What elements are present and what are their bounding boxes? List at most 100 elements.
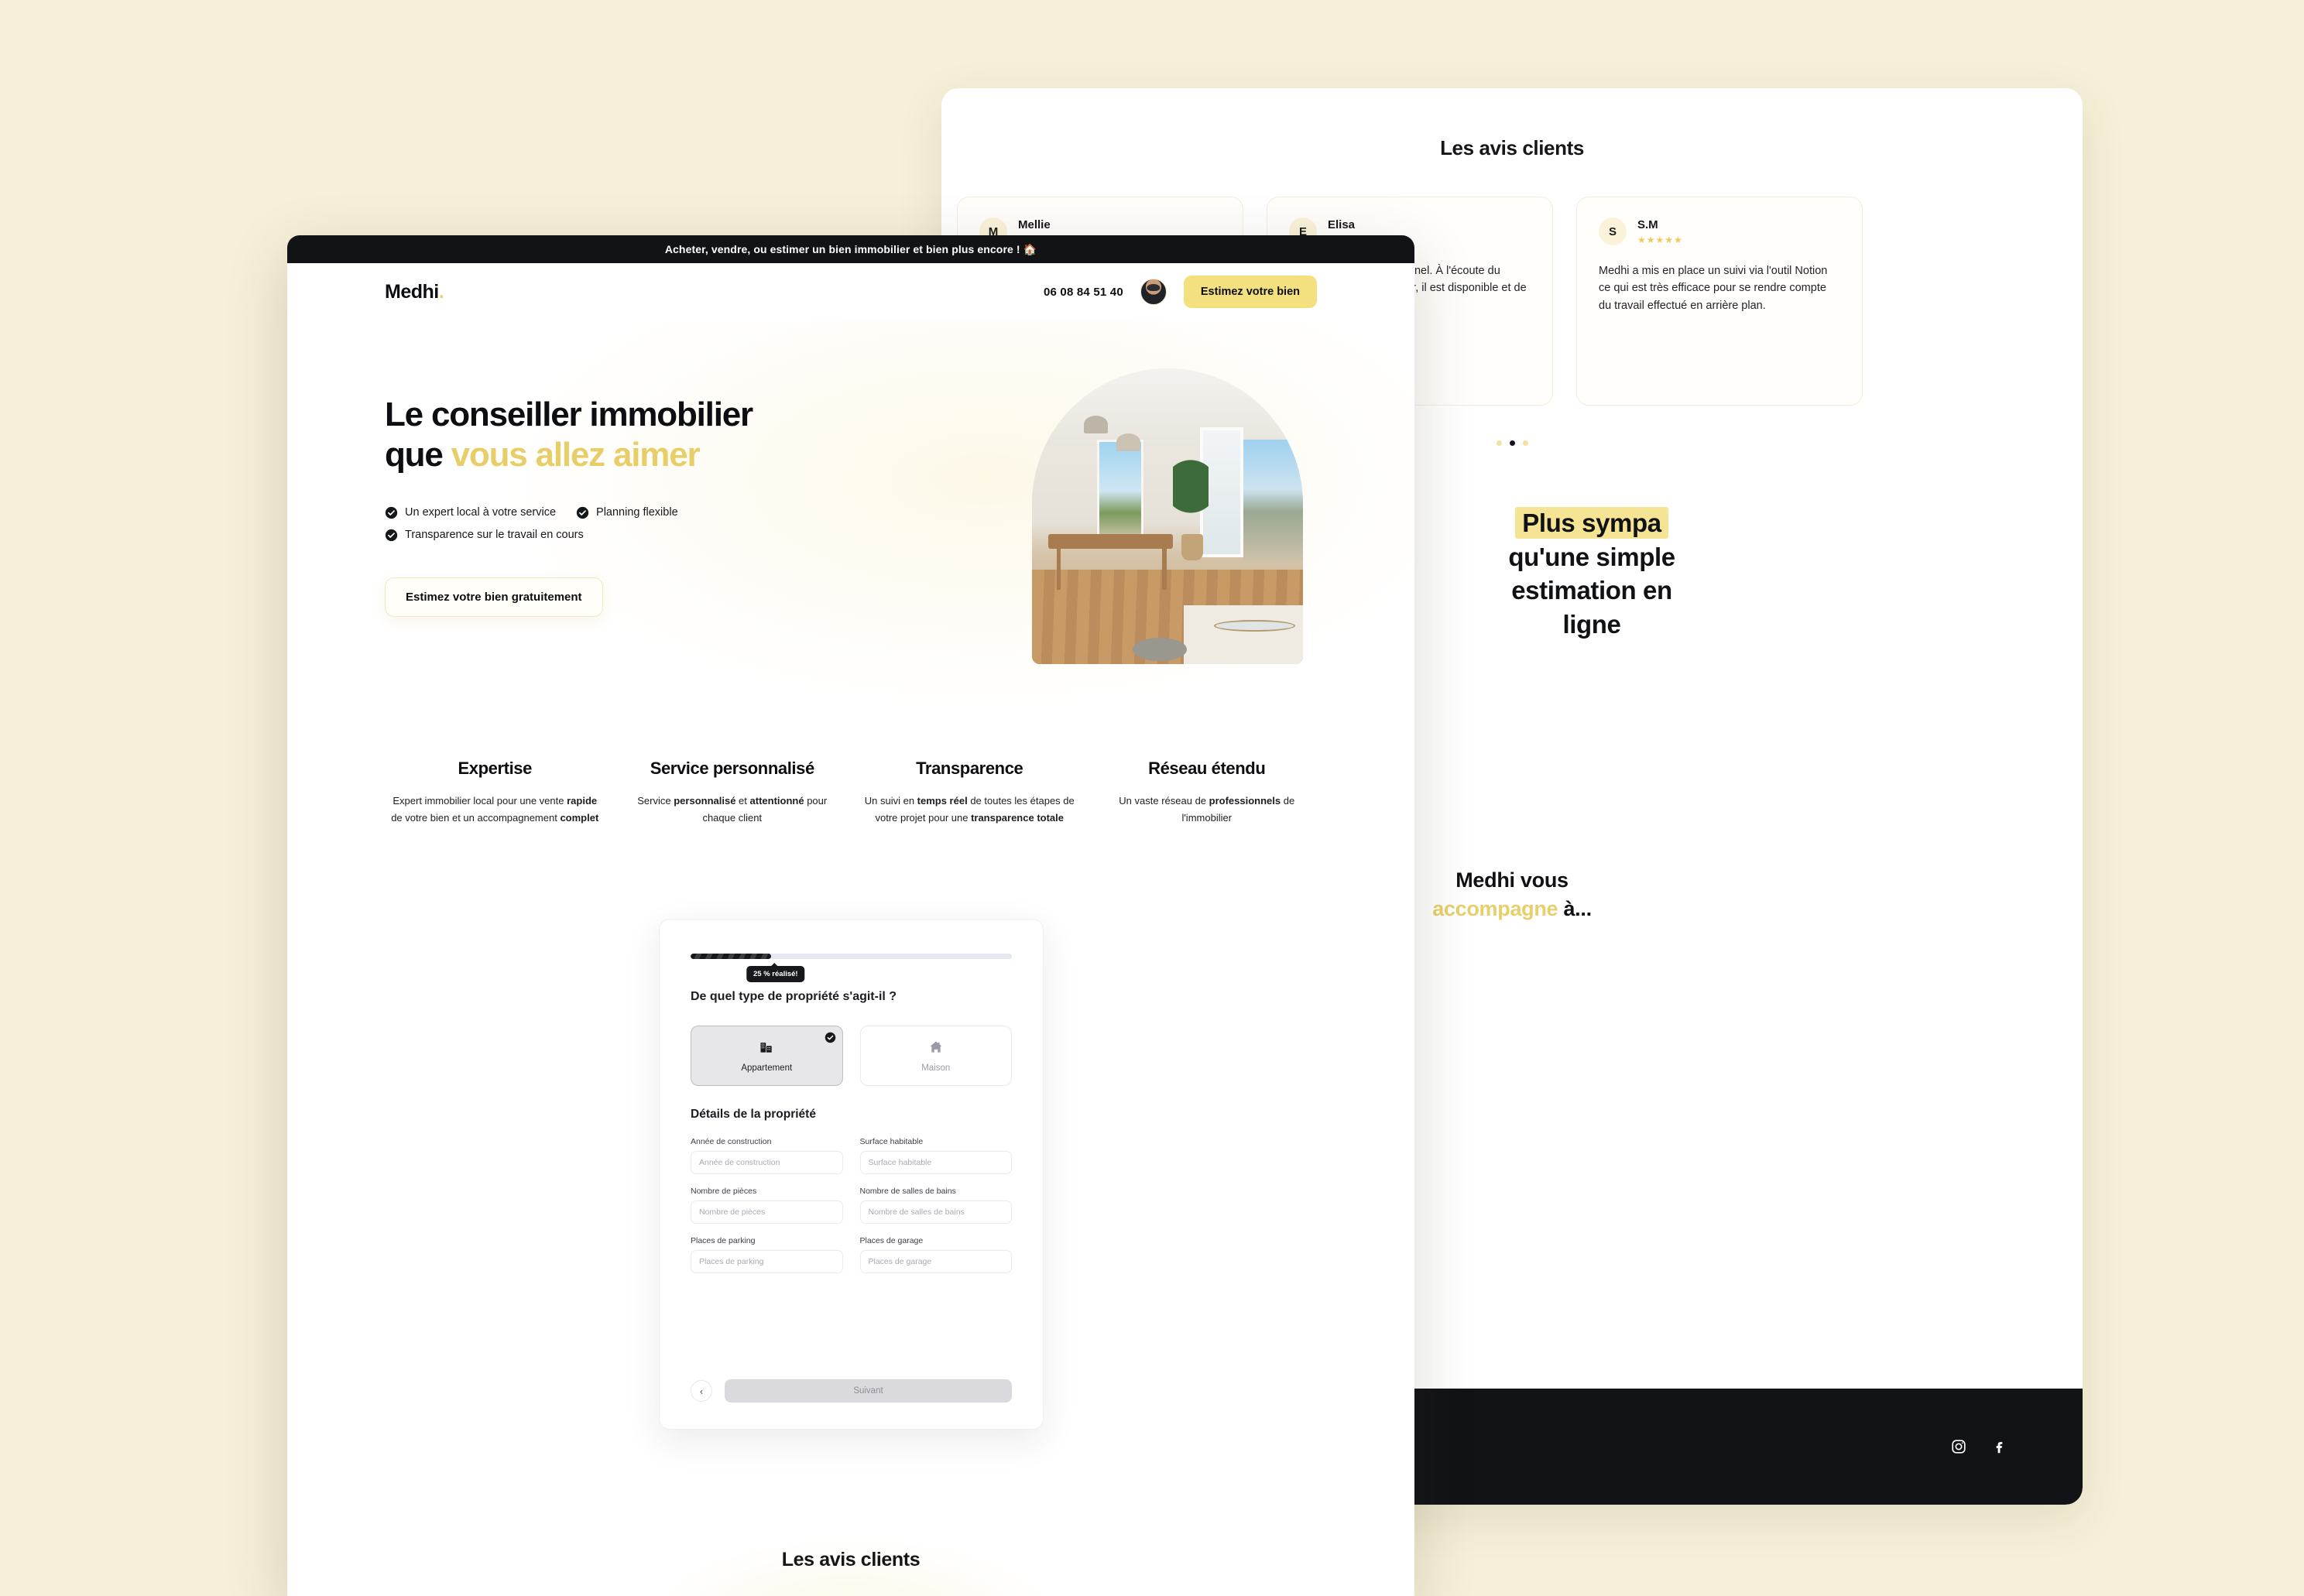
field-salles-de-bains: Nombre de salles de bains xyxy=(859,1187,1012,1224)
hero-title-prefix: que xyxy=(385,435,451,474)
hero-section: Le conseiller immobilier que vous allez … xyxy=(287,320,1414,738)
hero-interior-photo xyxy=(1032,368,1303,664)
benefit-item: Un expert local à votre service xyxy=(385,506,556,519)
annee-construction-input[interactable] xyxy=(691,1151,843,1174)
property-type-label: Appartement xyxy=(741,1063,793,1073)
property-type-options: Appartement Maison xyxy=(691,1026,1012,1086)
carousel-dot-active[interactable] xyxy=(1509,440,1515,446)
surface-habitable-input[interactable] xyxy=(859,1151,1012,1174)
field-nombre-pieces: Nombre de pièces xyxy=(691,1187,843,1224)
feature-item: Réseau étendu Un vaste réseau de profess… xyxy=(1092,759,1322,827)
feature-item: Service personnalisé Service personnalis… xyxy=(618,759,848,827)
property-type-maison[interactable]: Maison xyxy=(859,1026,1012,1086)
review-author: S.M xyxy=(1637,217,1658,231)
rating-stars: ★★★★★ xyxy=(1637,234,1683,245)
hero-title-accent: vous allez aimer xyxy=(451,435,701,474)
field-places-garage: Places de garage xyxy=(859,1236,1012,1273)
section-headline: Plus sympa qu'une simple estimation en l… xyxy=(1375,506,1809,641)
feature-text: Service personnalisé et attentionné pour… xyxy=(637,795,828,824)
property-type-appartement[interactable]: Appartement xyxy=(691,1026,843,1086)
review-card: S S.M ★★★★★ Medhi a mis en place un suiv… xyxy=(1576,197,1863,406)
headline-line-2: qu'une simple xyxy=(1508,542,1675,571)
benefit-item: Transparence sur le travail en cours xyxy=(385,529,584,542)
field-annee-construction: Année de construction xyxy=(691,1137,843,1174)
check-circle-icon xyxy=(576,506,589,519)
feature-text: Expert immobilier local pour une vente r… xyxy=(391,795,599,824)
avatar: S xyxy=(1599,217,1627,245)
field-label: Places de parking xyxy=(691,1236,756,1245)
carousel-dot[interactable] xyxy=(1496,440,1502,446)
progress-track xyxy=(691,954,1012,959)
headline-line-3: estimation en xyxy=(1511,576,1672,605)
accompany-line-1: Medhi vous xyxy=(1455,868,1569,892)
field-label: Surface habitable xyxy=(859,1137,924,1146)
field-label: Nombre de pièces xyxy=(691,1187,757,1196)
feature-title: Réseau étendu xyxy=(1148,759,1266,778)
previous-step-button[interactable]: ‹ xyxy=(691,1380,712,1402)
page-background: Les avis clients M Mellie ★★★★★ E xyxy=(0,0,2304,1596)
progress-fill xyxy=(691,954,771,959)
accompany-accent: accompagne xyxy=(1432,897,1558,921)
review-author: Mellie xyxy=(1018,217,1051,231)
form-section-title: Détails de la propriété xyxy=(691,1108,816,1121)
feature-title: Service personnalisé xyxy=(650,759,815,778)
form-question: De quel type de propriété s'agit-il ? xyxy=(691,990,897,1003)
benefit-label: Planning flexible xyxy=(596,506,678,519)
announcement-bar: Acheter, vendre, ou estimer un bien immo… xyxy=(287,235,1414,263)
carousel-dot[interactable] xyxy=(1522,440,1528,446)
estimation-form-card: 25 % réalisé! De quel type de propriété … xyxy=(659,919,1044,1430)
instagram-icon[interactable] xyxy=(1949,1437,1968,1456)
check-circle-icon xyxy=(385,506,398,519)
check-circle-icon xyxy=(385,529,398,542)
estimate-button[interactable]: Estimez votre bien xyxy=(1183,276,1317,308)
social-links xyxy=(1949,1437,2008,1456)
next-step-button[interactable]: Suivant xyxy=(725,1379,1012,1402)
feature-title: Expertise xyxy=(458,759,533,778)
back-reviews-title: Les avis clients xyxy=(1440,136,1584,159)
features-row: Expertise Expert immobilier local pour u… xyxy=(287,738,1414,827)
field-label: Nombre de salles de bains xyxy=(859,1187,956,1196)
selected-check-icon xyxy=(825,1032,836,1043)
headline-line-4: ligne xyxy=(1562,609,1621,639)
property-detail-fields: Année de construction Surface habitable … xyxy=(691,1137,1012,1273)
review-text: Medhi a mis en place un suivi via l'outi… xyxy=(1599,265,1828,312)
feature-text: Un suivi en temps réel de toutes les éta… xyxy=(864,795,1075,824)
salles-de-bains-input[interactable] xyxy=(859,1200,1012,1224)
progress-tooltip: 25 % réalisé! xyxy=(746,963,805,982)
feature-text: Un vaste réseau de professionnels de l'i… xyxy=(1119,795,1295,824)
free-estimate-button[interactable]: Estimez votre bien gratuitement xyxy=(385,577,603,617)
field-places-parking: Places de parking xyxy=(691,1236,843,1273)
places-garage-input[interactable] xyxy=(859,1250,1012,1273)
brand-logo[interactable]: Medhi. xyxy=(385,281,444,303)
hero-benefits: Un expert local à votre service Planning… xyxy=(385,506,749,542)
benefit-label: Transparence sur le travail en cours xyxy=(405,529,584,542)
field-label: Places de garage xyxy=(859,1236,924,1245)
front-reviews-title: Les avis clients xyxy=(781,1549,921,1570)
site-navbar: Medhi. 06 08 84 51 40 Estimez votre bien xyxy=(287,263,1414,320)
agent-avatar xyxy=(1140,279,1167,305)
page-title: Le conseiller immobilier que vous allez … xyxy=(385,395,818,475)
benefit-label: Un expert local à votre service xyxy=(405,506,557,519)
review-author: Elisa xyxy=(1328,217,1356,231)
feature-item: Expertise Expert immobilier local pour u… xyxy=(380,759,610,827)
property-type-label: Maison xyxy=(921,1063,951,1073)
nombre-pieces-input[interactable] xyxy=(691,1200,843,1224)
hero-title-line-1: Le conseiller immobilier xyxy=(385,396,753,433)
building-icon xyxy=(759,1039,774,1059)
feature-item: Transparence Un suivi en temps réel de t… xyxy=(855,759,1085,827)
accompany-rest: à... xyxy=(1558,897,1592,921)
benefit-item: Planning flexible xyxy=(576,506,678,519)
form-actions: ‹ Suivant xyxy=(691,1379,1012,1402)
field-label: Année de construction xyxy=(691,1137,772,1146)
brand-dot: . xyxy=(438,280,444,303)
brand-name: Medhi xyxy=(385,280,439,303)
headline-highlight: Plus sympa xyxy=(1515,507,1668,539)
field-surface-habitable: Surface habitable xyxy=(859,1137,1012,1174)
house-icon xyxy=(928,1039,944,1059)
facebook-icon[interactable] xyxy=(1990,1437,2008,1456)
front-browser-window: Acheter, vendre, ou estimer un bien immo… xyxy=(287,235,1414,1596)
form-progress: 25 % réalisé! xyxy=(691,954,1012,982)
phone-number[interactable]: 06 08 84 51 40 xyxy=(1044,286,1123,299)
feature-title: Transparence xyxy=(916,759,1023,778)
places-parking-input[interactable] xyxy=(691,1250,843,1273)
